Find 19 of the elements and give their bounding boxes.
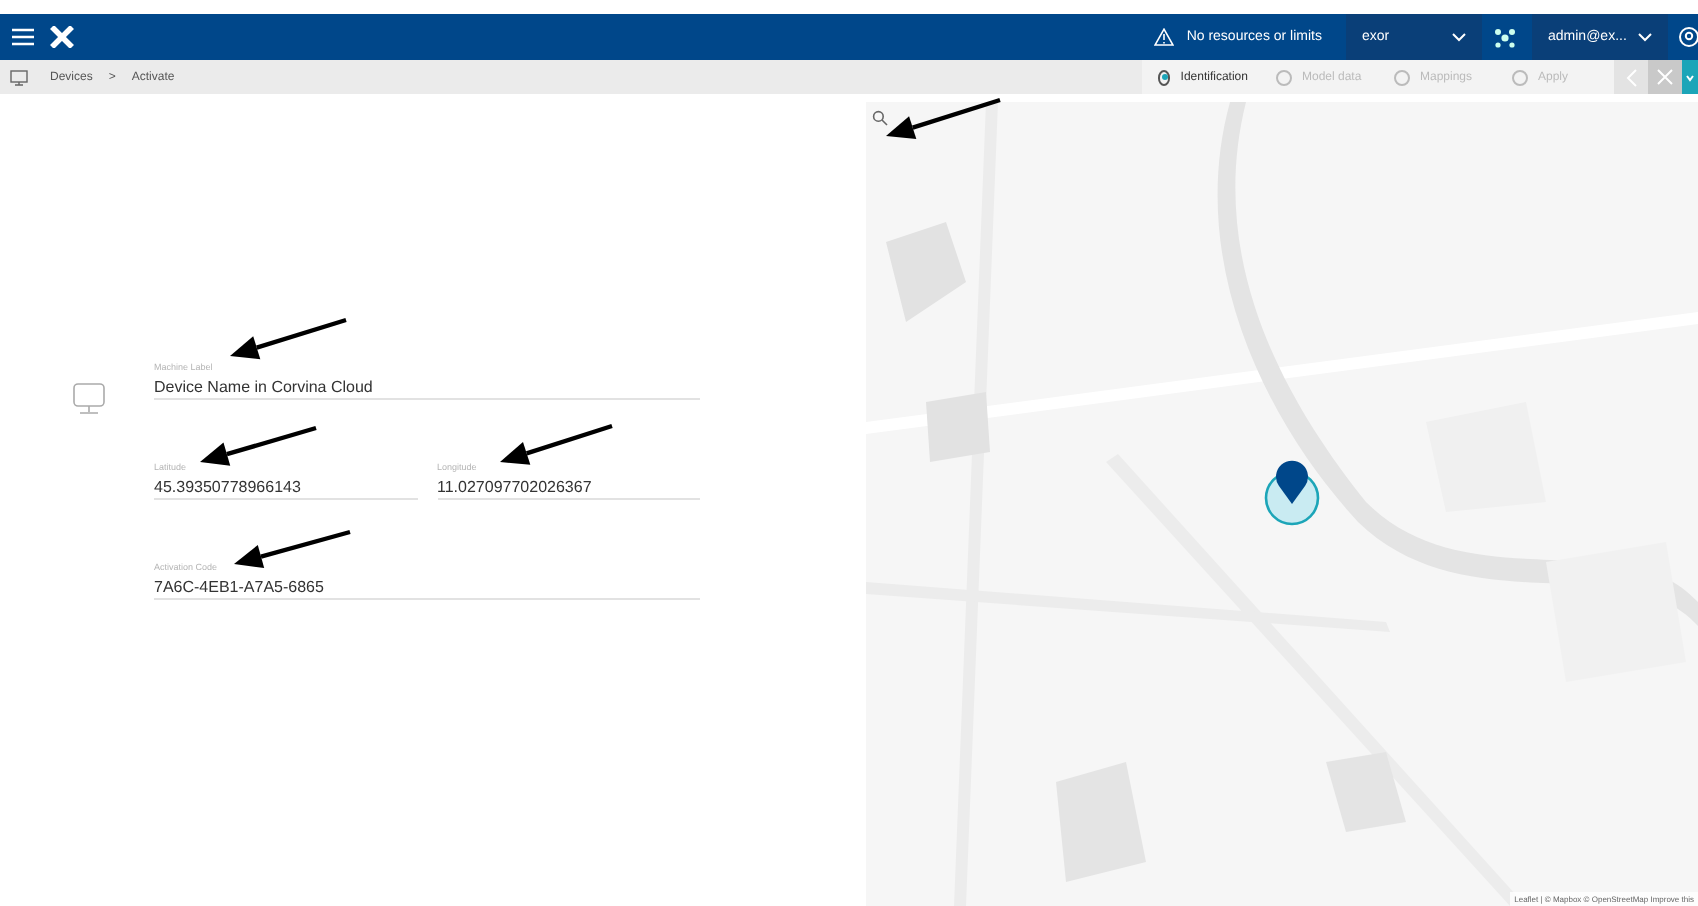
x-logo-icon [50,26,74,48]
chevron-down-icon [1638,32,1652,42]
annotation-arrow [234,529,351,569]
map-marker-icon[interactable] [1262,460,1322,526]
monitor-icon [10,69,28,85]
chevron-down-icon [1452,32,1466,42]
network-icon[interactable] [1494,27,1516,47]
menu-icon[interactable] [12,28,34,46]
annotation-arrow [500,423,613,465]
warning-icon [1154,28,1175,46]
annotation-arrow [200,425,317,466]
close-icon [1656,68,1674,86]
chevron-left-icon [1625,67,1637,87]
next-button[interactable] [1682,60,1698,94]
monitor-icon [72,382,106,416]
annotation-arrow [230,317,347,360]
annotation-arrow [886,97,1001,139]
search-icon[interactable] [872,110,888,126]
chevron-down-icon [1686,73,1694,81]
